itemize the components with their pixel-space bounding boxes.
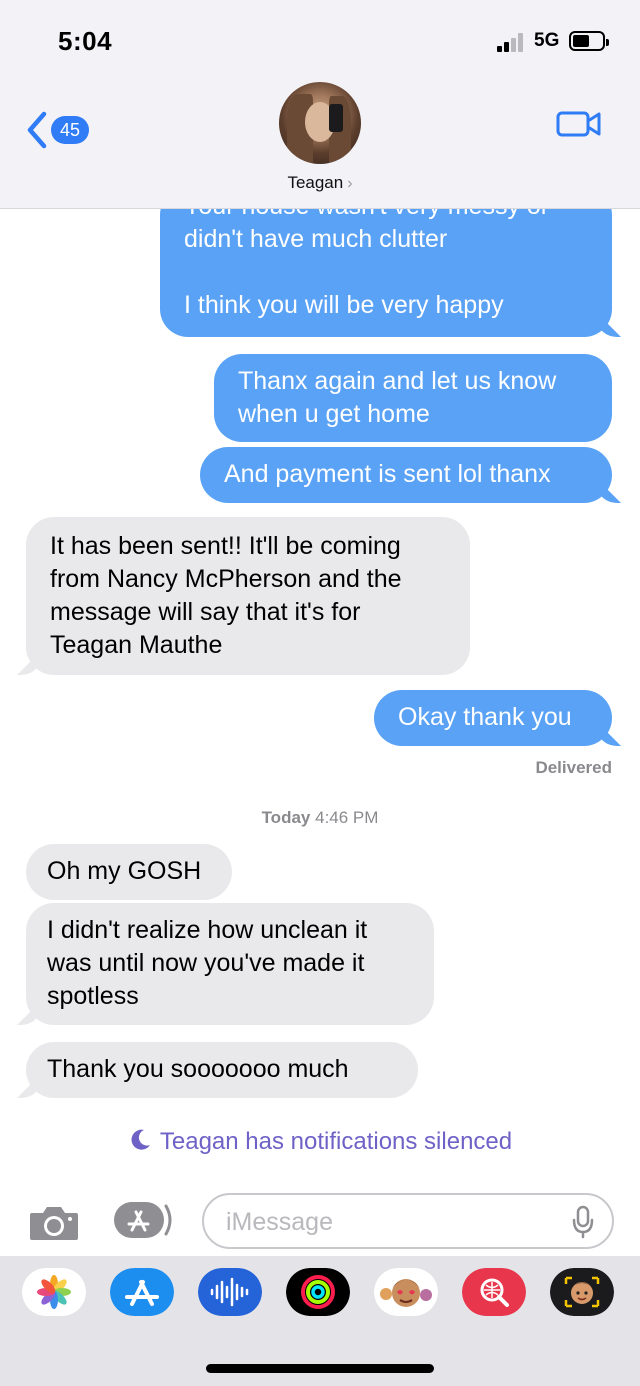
status-time: 5:04 [58, 26, 113, 56]
camera-icon[interactable] [28, 1204, 80, 1242]
back-button[interactable]: 45 [24, 110, 96, 150]
home-indicator[interactable] [206, 1364, 434, 1373]
message-line: Okay thank you [398, 703, 572, 731]
imessage-app-drawer [0, 1256, 640, 1386]
message-line: Oh my GOSH [47, 857, 202, 885]
image-search-icon[interactable] [462, 1268, 526, 1316]
message-line: Thank you sooooooo much [47, 1055, 349, 1083]
message-bubble-received[interactable]: Thank you sooooooo much [26, 1042, 418, 1098]
facetime-video-icon[interactable] [556, 108, 602, 140]
message-bubble-sent[interactable]: Your house wasn't very messy or didn't h… [160, 209, 612, 337]
contact-avatar[interactable] [279, 82, 361, 164]
contact-name[interactable]: Teagan › [0, 173, 640, 193]
delivered-status: Delivered [535, 758, 612, 777]
message-bubble-sent[interactable]: Okay thank you [374, 690, 612, 746]
message-bubble-sent[interactable]: Thanx again and let us know when u get h… [214, 354, 612, 442]
message-bubble-sent[interactable]: And payment is sent lol thanx [200, 447, 612, 503]
conversation-header: 5:04 5G 45 Teagan › [0, 0, 640, 209]
message-line: Your house wasn't very messy or [184, 209, 588, 223]
message-line: message will say that it's for [50, 598, 361, 626]
unread-count-badge: 45 [51, 116, 89, 144]
signal-strength-icon [497, 32, 525, 52]
compose-bar [0, 1188, 640, 1256]
contact-name-label: Teagan [287, 173, 344, 192]
message-line: I think you will be very happy [184, 291, 504, 319]
battery-icon [569, 31, 609, 51]
app-store-icon[interactable] [112, 1200, 176, 1240]
memoji-app-icon[interactable] [550, 1268, 614, 1316]
imessage-input[interactable] [226, 1205, 566, 1239]
timestamp-day: Today [261, 808, 311, 827]
network-type: 5G [534, 30, 560, 51]
memoji-stickers-icon[interactable] [374, 1268, 438, 1316]
timestamp-time: 4:46 PM [315, 808, 379, 827]
message-bubble-received[interactable]: Oh my GOSH [26, 844, 232, 900]
message-line: I didn't realize how unclean it [47, 916, 368, 944]
photos-app-icon[interactable] [22, 1268, 86, 1316]
silenced-notice-text: Teagan has notifications silenced [159, 1128, 513, 1155]
message-bubble-received[interactable]: It has been sent!! It'll be coming from … [26, 517, 470, 675]
message-line: Thanx again and let us know [238, 367, 557, 395]
moon-icon [131, 1129, 150, 1150]
message-line: spotless [47, 982, 139, 1010]
activity-app-icon[interactable] [286, 1268, 350, 1316]
message-thread[interactable]: Your house wasn't very messy or didn't h… [0, 209, 640, 1189]
message-line: when u get home [238, 400, 430, 428]
message-line: Teagan Mauthe [50, 631, 223, 659]
app-store-app-icon[interactable] [110, 1268, 174, 1316]
microphone-icon[interactable] [572, 1205, 594, 1239]
chevron-right-icon: › [347, 175, 353, 192]
audio-message-icon[interactable] [198, 1268, 262, 1316]
chevron-left-icon [27, 111, 47, 149]
message-line: And payment is sent lol thanx [224, 460, 551, 488]
message-timestamp: Today 4:46 PM [0, 808, 640, 828]
notifications-silenced-notice: Teagan has notifications silenced [0, 1128, 640, 1156]
message-line [184, 256, 588, 289]
message-line: It has been sent!! It'll be coming [50, 532, 401, 560]
message-bubble-received[interactable]: I didn't realize how unclean it was unti… [26, 903, 434, 1025]
message-line: was until now you've made it [47, 949, 365, 977]
message-compose-field[interactable] [202, 1193, 614, 1249]
message-line: didn't have much clutter [184, 225, 448, 253]
message-line: from Nancy McPherson and the [50, 565, 402, 593]
